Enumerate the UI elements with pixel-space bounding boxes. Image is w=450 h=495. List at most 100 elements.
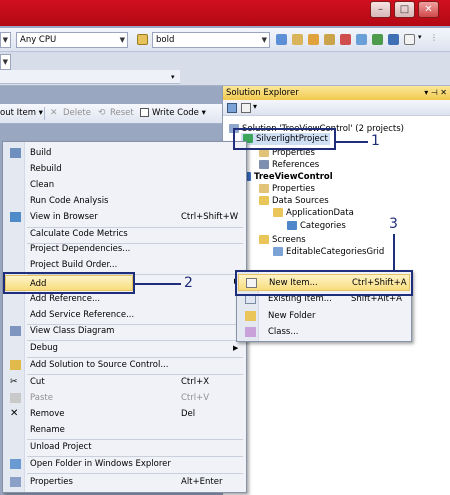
find-icon[interactable] [137,34,148,45]
menu-item-project-dependencies[interactable]: Project Dependencies... [4,241,245,257]
toolbar-overflow-icon[interactable]: ⋮ [430,33,438,42]
search-icon[interactable] [276,34,287,45]
menu-item-add-reference[interactable]: Add Reference... [4,291,245,307]
menu-item-cut[interactable]: ✂ Cut Ctrl+X [4,374,245,390]
menu-item-view-in-browser[interactable]: View in Browser Ctrl+Shift+W [4,209,245,225]
tree-item-silverlightproject[interactable]: SilverlightProject [241,133,330,145]
menu-item-add[interactable]: Add [5,275,133,291]
menu-item-rebuild[interactable]: Rebuild [4,161,245,177]
maximize-button[interactable]: □ [394,1,415,18]
tree-item-properties-2[interactable]: Properties [259,183,315,195]
properties-icon[interactable] [227,103,237,113]
tree-label: Properties [272,184,315,194]
extension-manager-icon[interactable] [372,34,383,45]
divider [44,107,45,120]
minimize-button[interactable]: – [370,1,391,18]
folder-icon [245,311,256,321]
tree-item-data-sources[interactable]: Data Sources [259,195,329,207]
browser-icon [10,212,21,222]
pin-icon[interactable]: ▾ ⊣ ✕ [424,86,447,100]
menu-item-clean[interactable]: Clean [4,177,245,193]
start-page-icon[interactable] [356,34,367,45]
menu-item-paste[interactable]: Paste Ctrl+V [4,390,245,406]
command-window-icon[interactable] [388,34,399,45]
menu-item-remove[interactable]: ✕ Remove Del [4,406,245,422]
menu-item-view-class-diagram[interactable]: View Class Diagram [4,323,245,339]
add-submenu: New Item... Ctrl+Shift+A Existing Item...… [236,270,412,342]
minimize-icon: – [378,4,383,15]
chevron-down-icon[interactable]: ▾ [253,102,257,111]
solution-config-combo[interactable]: ▼ [0,32,11,48]
callout-number-1: 1 [371,133,380,149]
layout-icon[interactable] [404,34,415,45]
reset-button[interactable]: Reset [110,108,134,118]
panel-toolbar: ▾ [223,100,450,116]
menu-item-label: Rename [30,425,65,435]
find-combo[interactable]: bold ▼ [152,32,270,48]
submenu-item-existing-item[interactable]: Existing Item... Shift+Alt+A [238,291,410,308]
menu-item-label: Debug [30,343,58,353]
menu-item-properties[interactable]: Properties Alt+Enter [4,474,245,490]
submenu-item-new-item[interactable]: New Item... Ctrl+Shift+A [238,274,410,291]
chevron-down-icon: ▼ [119,36,125,44]
tree-label: Properties [272,148,315,158]
solution-icon [229,124,239,133]
tree-item-treeviewcontrol[interactable]: TreeViewControl [241,171,333,183]
submenu-item-class[interactable]: Class... [238,324,410,341]
tree-label: ApplicationData [286,208,354,218]
panel-title-text: Solution Explorer [226,88,299,98]
chevron-down-icon[interactable]: ▾ [418,33,422,41]
menu-item-shortcut: Ctrl+Shift+A [352,278,407,288]
close-window-button[interactable]: ✕ [418,1,439,18]
paste-icon [10,393,21,403]
standard-toolbar: ▼ Any CPU ▼ bold ▼ ▾ ⋮ [0,28,450,52]
menu-item-build[interactable]: Build [4,145,245,161]
toolbox-icon[interactable] [340,34,351,45]
close-icon: ✕ [10,408,19,419]
menu-item-label: View Class Diagram [30,326,115,336]
tree-label: References [272,160,320,170]
tree-item-categories[interactable]: Categories [287,220,346,232]
screen-icon [273,247,283,256]
menu-item-project-build-order[interactable]: Project Build Order... [4,257,245,273]
callout-number-3: 3 [389,216,398,232]
tree-item-properties[interactable]: Properties [259,147,315,159]
menu-item-unload-project[interactable]: Unload Project [4,439,245,455]
menu-item-rename[interactable]: Rename [4,422,245,438]
write-code-icon [140,108,149,117]
submenu-item-new-folder[interactable]: New Folder [238,308,410,325]
chevron-down-icon: ▼ [2,36,8,44]
object-browser-icon[interactable] [324,34,335,45]
source-control-icon [10,360,21,370]
secondary-combo[interactable]: ▼ [0,54,11,70]
menu-item-label: Class... [268,327,299,337]
callout-line-3 [393,234,395,270]
show-all-files-icon[interactable] [241,103,251,113]
menu-item-add-to-source-control[interactable]: Add Solution to Source Control... [4,357,245,373]
panel-title: Solution Explorer ▾ ⊣ ✕ [223,86,450,100]
close-icon: ✕ [424,4,433,15]
add-item-button[interactable]: out Item ▾ [0,108,43,118]
platform-combo[interactable]: Any CPU ▼ [16,32,128,48]
menu-item-run-code-analysis[interactable]: Run Code Analysis [4,193,245,209]
menu-item-label: Add [30,279,47,289]
delete-button[interactable]: Delete [63,108,91,118]
properties-icon [10,477,21,487]
menu-item-label: Properties [30,477,73,487]
write-code-button[interactable]: Write Code ▾ [152,108,206,118]
properties-icon[interactable] [308,34,319,45]
tree-item-references[interactable]: References [259,159,319,171]
chevron-down-icon[interactable]: ▾ [171,70,181,84]
menu-item-open-folder[interactable]: Open Folder in Windows Explorer [4,456,245,472]
folder-icon [259,235,269,244]
menu-item-add-service-reference[interactable]: Add Service Reference... [4,307,245,323]
open-folder-icon [10,459,21,469]
secondary-toolbar: ▼ ▾ [0,52,450,86]
tree-item-editablecategoriesgrid[interactable]: EditableCategoriesGrid [273,246,384,258]
solution-explorer-icon[interactable] [292,34,303,45]
tree-label: EditableCategoriesGrid [286,247,385,257]
tree-item-applicationdata[interactable]: ApplicationData [273,207,354,219]
tree-item-screens[interactable]: Screens [259,234,306,246]
menu-item-debug[interactable]: Debug ▶ [4,340,245,356]
menu-item-calculate-code-metrics[interactable]: Calculate Code Metrics [4,226,245,242]
